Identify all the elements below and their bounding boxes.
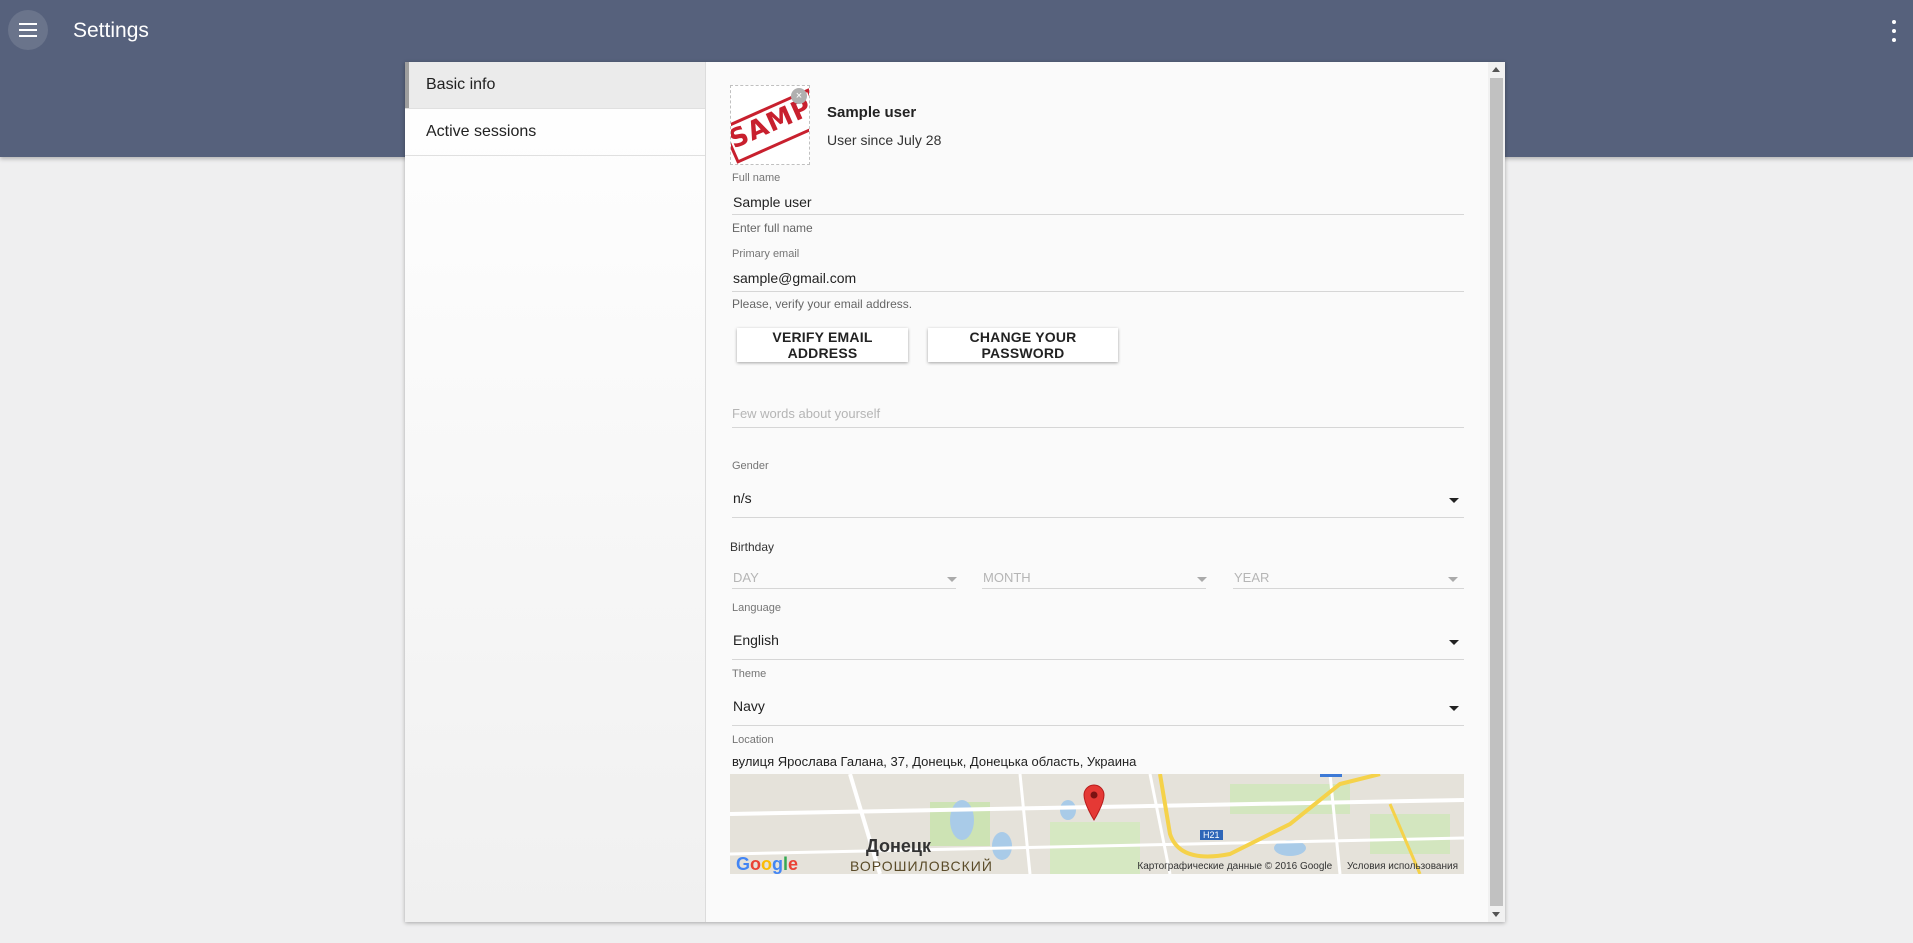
verify-email-button[interactable]: VERIFY EMAIL ADDRESS	[737, 328, 908, 362]
sidebar-item-label: Basic info	[426, 76, 496, 93]
basic-info-panel: SAMPLE × Sample user User since July 28 …	[706, 62, 1486, 922]
map-attribution: Картографические данные © 2016 Google Ус…	[1137, 861, 1458, 872]
email-hint: Please, verify your email address.	[732, 297, 913, 311]
gender-underline	[732, 517, 1464, 518]
map-terms-link[interactable]: Условия использования	[1347, 861, 1458, 872]
birthday-month-underline	[982, 588, 1206, 589]
theme-underline	[732, 725, 1464, 726]
change-password-button[interactable]: CHANGE YOUR PASSWORD	[928, 328, 1118, 362]
settings-card: Basic info Active sessions SAMPLE × Samp…	[405, 62, 1505, 922]
email-field[interactable]: sample@gmail.com	[733, 270, 856, 286]
location-label: Location	[732, 734, 774, 746]
birthday-label: Birthday	[730, 540, 775, 554]
theme-label: Theme	[732, 668, 767, 680]
chevron-down-icon[interactable]	[1449, 498, 1459, 503]
language-underline	[732, 659, 1464, 660]
map-city-label: Донецк	[866, 836, 931, 856]
sidebar: Basic info Active sessions	[405, 62, 706, 922]
route-badge: H21	[1200, 830, 1223, 840]
email-label: Primary email	[732, 248, 800, 260]
chevron-down-icon[interactable]	[1449, 640, 1459, 645]
chevron-down-icon[interactable]	[1448, 577, 1458, 582]
language-select[interactable]: English	[733, 632, 779, 648]
map-district-label: ВОРОШИЛОВСКИЙ	[850, 858, 993, 874]
chevron-down-icon[interactable]	[1449, 706, 1459, 711]
location-map[interactable]: H21 Донецк ВОРОШИЛОВСКИЙ Google Картогра…	[730, 774, 1464, 874]
birthday-year-underline	[1233, 588, 1464, 589]
map-credit-text: Картографические данные © 2016 Google	[1137, 861, 1333, 872]
location-input[interactable]: вулиця Ярослава Галана, 37, Донецьк, Дон…	[732, 754, 1136, 769]
email-underline	[732, 291, 1464, 292]
birthday-year-select[interactable]: YEAR	[1234, 570, 1269, 585]
sidebar-item-label: Active sessions	[426, 123, 537, 140]
scroll-thumb[interactable]	[1490, 78, 1503, 906]
full-name-label: Full name	[732, 172, 781, 184]
page-title: Settings	[73, 19, 149, 42]
full-name-hint: Enter full name	[732, 221, 813, 235]
scroll-up-icon[interactable]	[1492, 67, 1500, 72]
gender-select[interactable]: n/s	[733, 490, 752, 506]
language-label: Language	[732, 602, 781, 614]
avatar[interactable]: SAMPLE ×	[730, 85, 810, 165]
birthday-day-underline	[732, 588, 956, 589]
theme-select[interactable]: Navy	[733, 698, 765, 714]
birthday-month-select[interactable]: MONTH	[983, 570, 1031, 585]
google-logo: Google	[736, 854, 799, 874]
about-underline	[732, 427, 1464, 428]
close-icon[interactable]: ×	[791, 88, 807, 104]
map-marker-icon[interactable]	[1082, 782, 1106, 822]
about-input[interactable]: Few words about yourself	[732, 406, 880, 421]
hamburger-menu-icon[interactable]	[8, 10, 48, 50]
sidebar-item-active-sessions[interactable]: Active sessions	[405, 109, 705, 156]
sidebar-item-basic-info[interactable]: Basic info	[405, 62, 705, 109]
chevron-down-icon[interactable]	[1197, 577, 1207, 582]
scrollbar[interactable]	[1488, 62, 1505, 922]
more-vert-icon[interactable]	[1889, 20, 1899, 42]
full-name-field[interactable]: Sample user	[733, 194, 812, 210]
profile-since: User since July 28	[827, 132, 942, 148]
full-name-underline	[732, 214, 1464, 215]
birthday-day-select[interactable]: DAY	[733, 570, 759, 585]
gender-label: Gender	[732, 460, 769, 472]
scroll-down-icon[interactable]	[1492, 912, 1500, 917]
profile-name: Sample user	[827, 104, 917, 121]
chevron-down-icon[interactable]	[947, 577, 957, 582]
